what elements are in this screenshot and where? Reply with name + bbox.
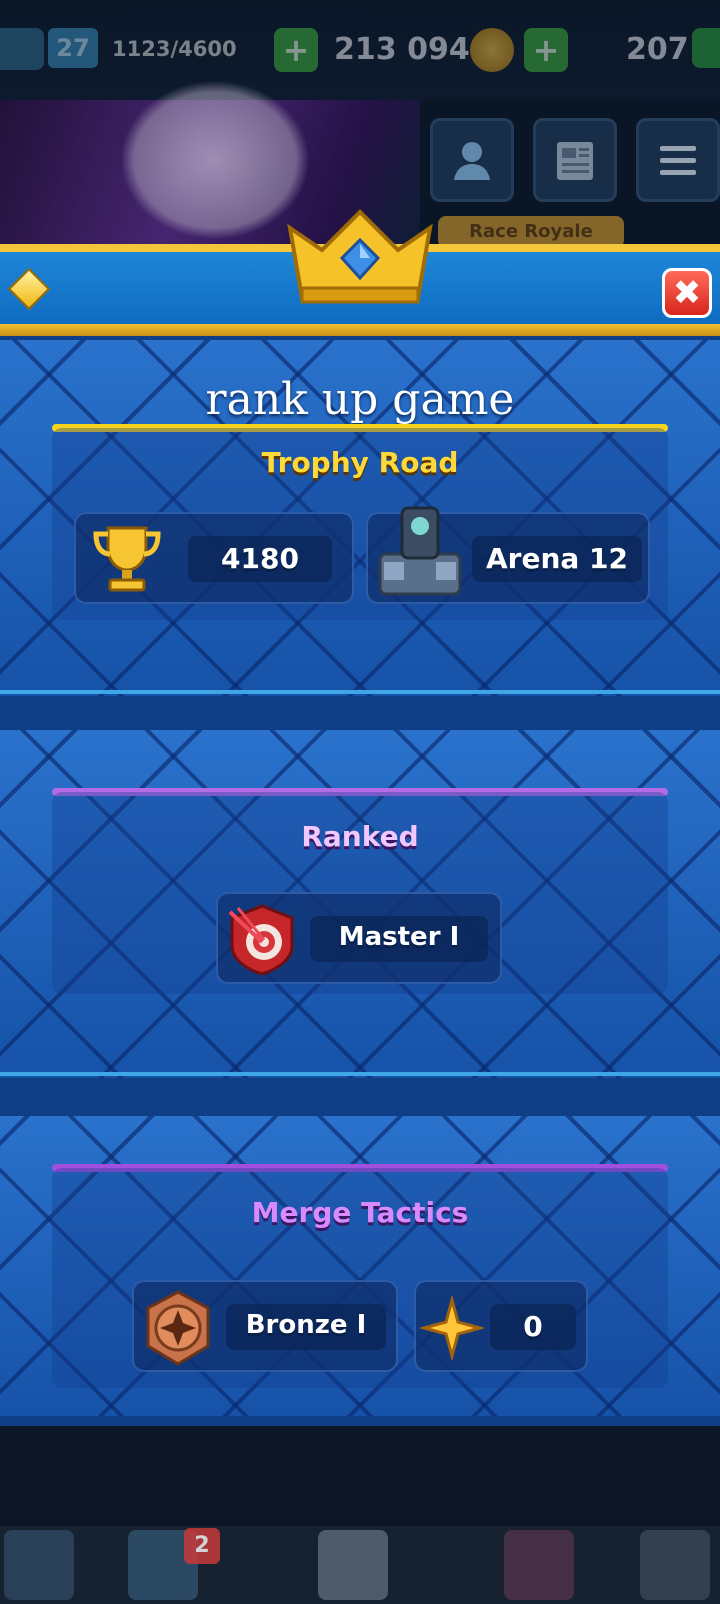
top-status-bar: 27 1123/4600 + 213 094 + 207 — [0, 0, 720, 100]
popup-body: rank up game Trophy Road 4180 Arena 12 R… — [0, 336, 720, 1426]
arena-box[interactable]: Arena 12 — [366, 506, 650, 604]
xp-progress: 1123/4600 — [112, 37, 237, 61]
close-button[interactable]: ✖ — [662, 268, 712, 318]
close-icon: ✖ — [672, 273, 702, 313]
add-gems-button[interactable]: + — [524, 28, 568, 72]
add-gold-button[interactable]: + — [274, 28, 318, 72]
arena-icon — [378, 506, 462, 596]
gem-icon — [692, 28, 720, 68]
merge-tactics-panel: Merge Tactics Bronze I 0 — [0, 1116, 720, 1416]
ranked-league: Master I — [338, 922, 460, 952]
gems-amount: 207 — [626, 31, 689, 67]
news-button[interactable] — [533, 118, 617, 202]
friends-button[interactable] — [430, 118, 514, 202]
panel-separator — [0, 690, 720, 694]
trophy-road-title: Trophy Road — [261, 446, 459, 479]
menu-button[interactable] — [636, 118, 720, 202]
page-title: rank up game — [205, 374, 515, 425]
cards-notification-badge: 2 — [184, 1528, 220, 1564]
merge-league-box[interactable]: Bronze I — [132, 1280, 398, 1372]
level-icon — [0, 28, 44, 70]
trophy-road-panel: rank up game Trophy Road 4180 Arena 12 — [0, 340, 720, 696]
menu-icon — [660, 146, 696, 175]
nav-battle-icon[interactable] — [318, 1530, 388, 1600]
panel-separator — [0, 1072, 720, 1076]
news-icon — [557, 142, 593, 180]
crown-icon — [287, 209, 433, 304]
ranked-target-icon — [228, 904, 294, 976]
ranked-league-box[interactable]: Master I — [216, 892, 502, 984]
gold-amount: 213 094 — [334, 31, 470, 67]
trophy-count-box[interactable]: 4180 — [74, 512, 354, 604]
ranked-panel: Ranked Master I — [0, 730, 720, 1078]
nav-events-icon[interactable] — [640, 1530, 710, 1600]
friends-icon — [454, 142, 490, 180]
merge-tactics-title: Merge Tactics — [251, 1196, 469, 1229]
star-icon — [420, 1296, 484, 1360]
gold-coin-icon — [470, 28, 514, 72]
nav-shop-icon[interactable] — [4, 1530, 74, 1600]
player-level: 27 — [48, 28, 98, 68]
merge-stars: 0 — [523, 1310, 543, 1343]
trophy-icon — [93, 526, 161, 592]
bronze-badge-icon — [146, 1290, 210, 1366]
arena-name: Arena 12 — [485, 542, 628, 575]
ranked-title: Ranked — [301, 820, 419, 853]
merge-league: Bronze I — [245, 1310, 367, 1340]
nav-clan-icon[interactable] — [504, 1530, 574, 1600]
trophy-count: 4180 — [221, 542, 299, 575]
merge-stars-box[interactable]: 0 — [414, 1280, 588, 1372]
